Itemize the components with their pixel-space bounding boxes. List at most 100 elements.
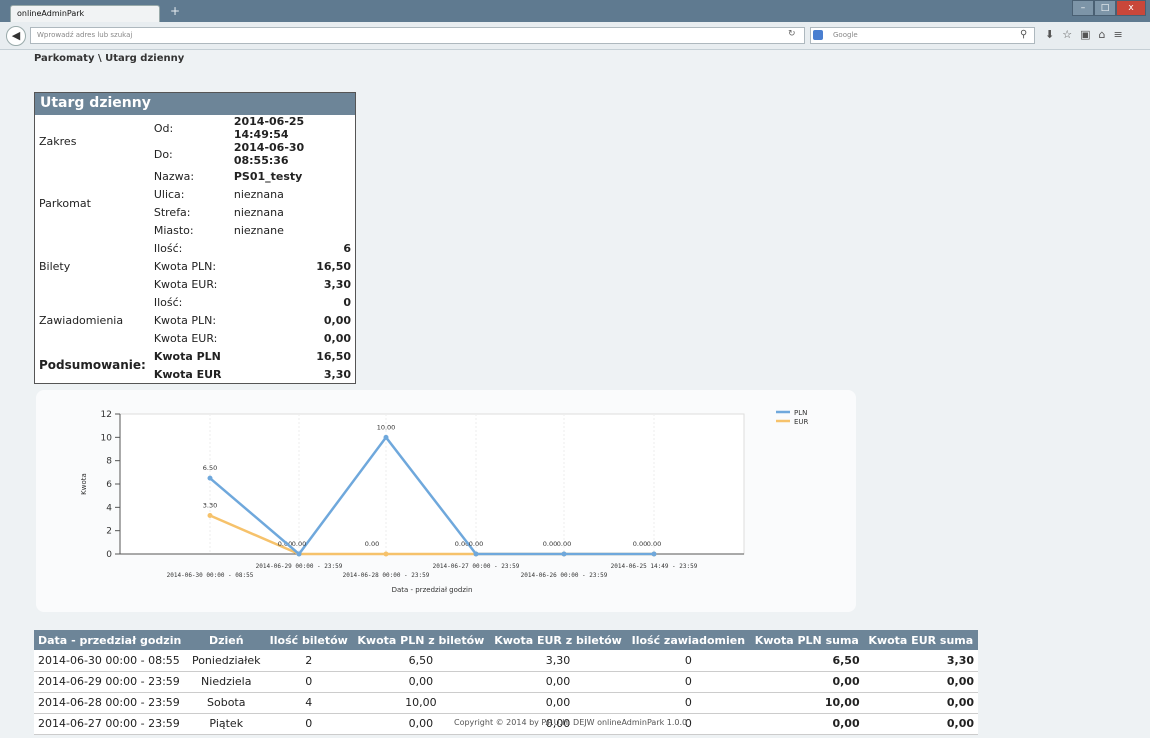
- summary-field-value: nieznana: [233, 187, 284, 201]
- window-controls: – □ x: [1072, 0, 1146, 16]
- download-icon[interactable]: ⬇: [1045, 28, 1054, 41]
- summary-field-value: 0: [343, 295, 351, 309]
- summary-field-value: nieznane: [233, 223, 284, 237]
- footer-copyright: Copyright © 2014 by P.P.U.H. DEJW online…: [454, 718, 688, 727]
- browser-nav-bar: ◀ Wprowadź adres lub szukaj ↻ Google ⚲ ⬇…: [0, 22, 1150, 50]
- data-point-pln: [651, 551, 657, 557]
- legend-label: PLN: [794, 409, 807, 417]
- bookmark-icon[interactable]: ▣: [1080, 28, 1090, 41]
- column-header[interactable]: Kwota PLN suma: [749, 630, 864, 650]
- summary-field-label: Od:: [153, 121, 174, 135]
- home-icon[interactable]: ⌂: [1099, 28, 1106, 41]
- minimize-button[interactable]: –: [1072, 0, 1094, 16]
- column-header[interactable]: Data - przedział godzin: [34, 630, 188, 650]
- summary-field-value: nieznana: [233, 205, 284, 219]
- table-cell: 6,50: [749, 650, 864, 672]
- table-cell: 2014-06-30 00:00 - 08:55: [34, 650, 188, 672]
- summary-group-label: Zawiadomienia: [39, 313, 124, 327]
- data-point-pln: [561, 551, 567, 557]
- table-cell: 0: [626, 650, 750, 672]
- search-input[interactable]: Google: [810, 27, 1035, 44]
- browser-tab-bar: onlineAdminPark + – □ x: [0, 0, 1150, 22]
- column-header[interactable]: Ilość zawiadomien: [626, 630, 750, 650]
- y-tick-label: 8: [106, 457, 112, 467]
- table-row[interactable]: 2014-06-29 00:00 - 23:59 Niedziela 0 0,00 0,…: [34, 671, 978, 693]
- summary-field-label: Nazwa:: [153, 169, 195, 183]
- summary-row: Parkomat Nazwa: PS01_testy: [35, 167, 355, 210]
- url-input[interactable]: Wprowadź adres lub szukaj: [30, 27, 805, 44]
- summary-title: Utarg dzienny: [35, 93, 355, 115]
- tab-title: onlineAdminPark: [17, 9, 85, 18]
- y-tick-label: 0: [106, 550, 112, 560]
- summary-field-label: Kwota EUR: [153, 367, 222, 381]
- table-cell: 10,00: [749, 692, 864, 714]
- data-point-pln: [207, 475, 213, 481]
- back-arrow-icon[interactable]: ◀: [6, 26, 26, 46]
- summary-row: Zawiadomienia Ilość: 0: [35, 293, 355, 327]
- x-tick-label: 2014-06-29 00:00 - 23:59: [256, 563, 343, 570]
- summary-group-label: Parkomat: [39, 196, 91, 210]
- column-header[interactable]: Ilość biletów: [265, 630, 353, 650]
- data-point-eur: [207, 513, 213, 518]
- table-cell: Niedziela: [187, 671, 266, 693]
- y-tick-label: 2: [106, 527, 112, 537]
- summary-row: Podsumowanie: Kwota PLN 16,50: [35, 347, 355, 373]
- table-cell: 0,00: [489, 692, 627, 714]
- browser-tab[interactable]: onlineAdminPark: [10, 5, 160, 22]
- menu-icon[interactable]: ≡: [1113, 28, 1122, 41]
- table-cell: 0,00: [749, 713, 864, 735]
- column-header[interactable]: Kwota EUR suma: [863, 630, 978, 650]
- summary-field-value: 6: [343, 241, 351, 255]
- line-chart: 024681012Kwota2014-06-30 00:00 - 08:5520…: [80, 409, 809, 594]
- search-engine-label: Google: [833, 31, 858, 39]
- maximize-button[interactable]: □: [1094, 0, 1116, 16]
- close-button[interactable]: x: [1116, 0, 1146, 16]
- summary-field-label: Kwota PLN: [153, 349, 221, 363]
- x-tick-label: 2014-06-27 00:00 - 23:59: [433, 563, 520, 570]
- star-icon[interactable]: ☆: [1062, 28, 1072, 41]
- x-tick-label: 2014-06-26 00:00 - 23:59: [521, 572, 608, 579]
- data-point-pln: [473, 551, 479, 557]
- summary-row: Bilety Ilość: 6: [35, 239, 355, 273]
- reload-icon[interactable]: ↻: [788, 29, 796, 39]
- plot-area: [119, 413, 745, 555]
- table-cell: Sobota: [187, 692, 266, 714]
- table-cell: 2: [265, 650, 353, 672]
- summary-table: Zakres Od: 2014-06-25 14:49:54 Do: 2014-06-3…: [35, 115, 355, 383]
- table-row[interactable]: 2014-06-30 00:00 - 08:55 Poniedziałek 2 6,5…: [34, 650, 978, 672]
- table-cell: 2014-06-28 00:00 - 23:59: [34, 692, 188, 714]
- column-header[interactable]: Kwota PLN z biletów: [352, 630, 490, 650]
- summary-group-label: Bilety: [39, 259, 71, 273]
- breadcrumb: Parkomaty \ Utarg dzienny: [34, 53, 185, 64]
- summary-field-label: Kwota PLN:: [153, 313, 217, 327]
- summary-row: Zakres Od: 2014-06-25 14:49:54: [35, 115, 355, 148]
- y-tick-label: 6: [106, 480, 112, 490]
- search-icon[interactable]: ⚲: [1020, 29, 1027, 40]
- url-placeholder: Wprowadź adres lub szukaj: [37, 31, 133, 39]
- table-cell: 0: [265, 713, 353, 735]
- x-tick-label: 2014-06-30 00:00 - 08:55: [167, 572, 254, 579]
- column-header[interactable]: Kwota EUR z biletów: [489, 630, 627, 650]
- summary-group-label: Podsumowanie:: [39, 358, 146, 372]
- summary-field-label: Ulica:: [153, 187, 185, 201]
- data-label-eur: 0.00: [365, 540, 379, 548]
- data-point-eur: [383, 551, 389, 557]
- table-cell: Piątek: [187, 713, 266, 735]
- chart-container: 0 2 4 6 8 10 12 Kwota 2014-06-30 00:00 - 08:55 20…: [36, 390, 856, 612]
- data-label-pln: 6.50: [203, 464, 217, 472]
- y-axis-label: Kwota: [80, 473, 88, 495]
- legend-label: EUR: [794, 418, 809, 426]
- x-axis-label: Data - przedział godzin: [392, 586, 473, 594]
- summary-field-value: 3,30: [323, 367, 351, 381]
- table-cell: 0,00: [352, 671, 490, 693]
- summary-group-label: Zakres: [39, 134, 77, 148]
- table-cell: 0,00: [863, 671, 978, 693]
- table-cell: 0: [626, 692, 750, 714]
- new-tab-button[interactable]: +: [170, 5, 192, 19]
- table-row[interactable]: 2014-06-28 00:00 - 23:59 Sobota 4 10,00 0,00…: [34, 692, 978, 714]
- summary-field-label: Kwota PLN:: [153, 259, 217, 273]
- summary-field-value: 0,00: [323, 331, 351, 345]
- y-tick-label: 10: [101, 433, 113, 443]
- column-header[interactable]: Dzień: [187, 630, 266, 650]
- data-point-pln: [296, 551, 302, 557]
